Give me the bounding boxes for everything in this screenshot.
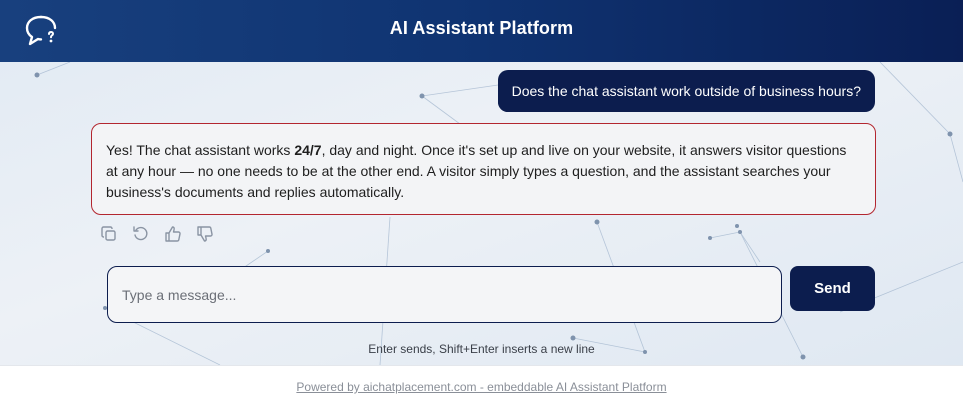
input-hint: Enter sends, Shift+Enter inserts a new l… <box>368 342 595 356</box>
regenerate-icon[interactable] <box>132 225 150 243</box>
header-bar: AI Assistant Platform <box>0 0 963 62</box>
send-button[interactable]: Send <box>790 266 875 311</box>
thumbs-up-icon[interactable] <box>164 225 182 243</box>
message-input-wrapper <box>107 266 782 323</box>
powered-by-link[interactable]: Powered by aichatplacement.com - embedda… <box>0 380 963 394</box>
footer: Powered by aichatplacement.com - embedda… <box>0 365 963 406</box>
assistant-message-text: Yes! The chat assistant works <box>106 142 295 158</box>
app-title: AI Assistant Platform <box>389 18 574 38</box>
copy-icon[interactable] <box>100 225 118 243</box>
chat-widget: AI Assistant Platform Does the chat assi… <box>0 0 963 406</box>
thumbs-down-icon[interactable] <box>196 225 214 243</box>
message-input[interactable] <box>108 267 781 322</box>
assistant-message-bubble: Yes! The chat assistant works 24/7, day … <box>91 123 876 215</box>
user-message-bubble: Does the chat assistant work outside of … <box>497 70 875 112</box>
assistant-message-bold: 24/7 <box>294 142 322 158</box>
chat-area[interactable]: Does the chat assistant work outside of … <box>0 62 963 365</box>
